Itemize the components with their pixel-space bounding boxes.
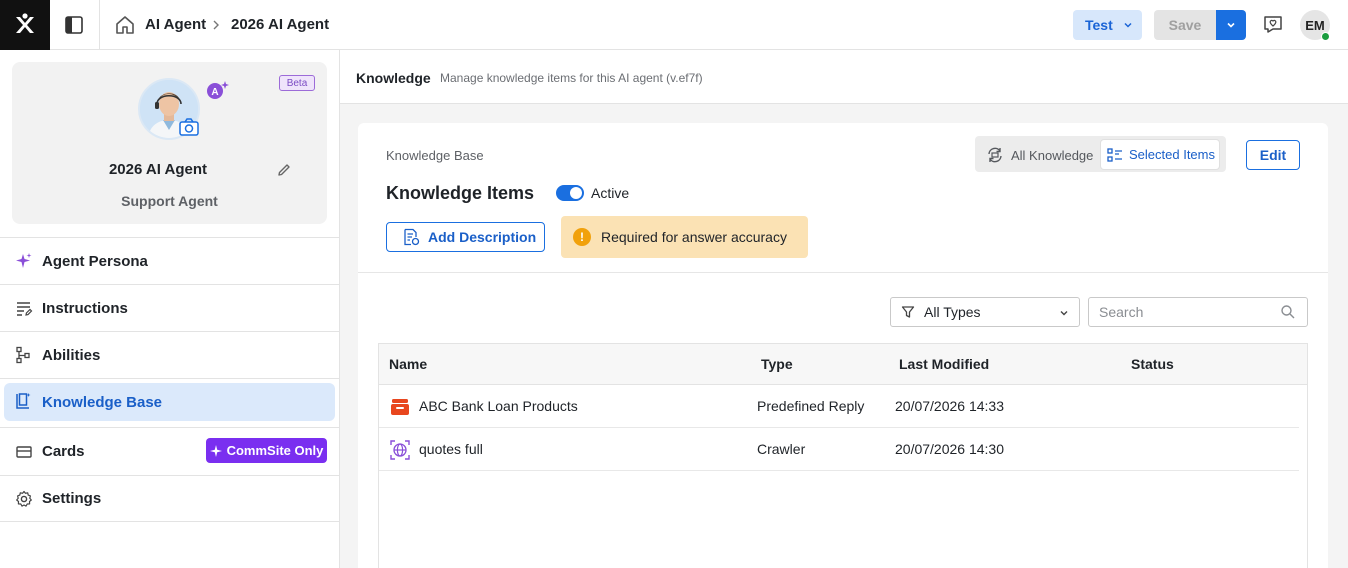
add-description-label: Add Description (428, 229, 537, 245)
column-header-type[interactable]: Type (761, 356, 793, 372)
topbar-divider (99, 0, 100, 50)
active-label: Active (591, 185, 630, 201)
column-header-last-modified[interactable]: Last Modified (899, 356, 989, 372)
commsite-only-badge: CommSite Only (206, 438, 327, 463)
sync-icon (988, 147, 1002, 163)
ai-sparkle-badge-icon: A (206, 80, 230, 100)
all-knowledge-tab[interactable]: All Knowledge (985, 144, 1093, 166)
chevron-down-icon (1124, 22, 1132, 28)
add-description-button[interactable]: Add Description (386, 222, 545, 252)
sidebar-item-label: Instructions (42, 299, 128, 317)
active-toggle[interactable] (556, 185, 584, 201)
sidebar-item-label: Abilities (42, 346, 101, 364)
tree-icon (14, 345, 34, 365)
sidebar-item-knowledge-base[interactable]: Knowledge Base (4, 383, 335, 421)
type-filter-select[interactable]: All Types (890, 297, 1080, 327)
test-button-label: Test (1085, 17, 1113, 33)
selected-items-label: Selected Items (1129, 147, 1215, 162)
row-last-modified: 20/07/2026 14:30 (895, 441, 1004, 457)
camera-icon[interactable] (178, 117, 200, 137)
column-header-name[interactable]: Name (389, 356, 427, 372)
accuracy-warning: ! Required for answer accuracy (561, 216, 808, 258)
page-subtitle: Manage knowledge items for this AI agent… (440, 71, 703, 85)
column-header-status[interactable]: Status (1131, 356, 1174, 372)
chevron-down-icon (1227, 22, 1235, 28)
sidebar-item-label: Knowledge Base (42, 393, 163, 411)
breadcrumb-ai-agent[interactable]: AI Agent (145, 16, 206, 33)
commsite-label: CommSite Only (226, 443, 324, 458)
page-title: Knowledge (356, 70, 431, 86)
cards-icon (14, 442, 34, 462)
chevron-right-icon (211, 16, 221, 34)
document-edit-icon (404, 228, 420, 246)
beta-badge: Beta (279, 75, 315, 91)
row-name: ABC Bank Loan Products (419, 398, 578, 414)
sidebar-item-label: Settings (42, 490, 102, 507)
checklist-icon (1107, 147, 1122, 162)
row-type: Predefined Reply (757, 398, 865, 414)
knowledge-icon (14, 392, 34, 412)
row-last-modified: 20/07/2026 14:33 (895, 398, 1004, 414)
crawler-globe-icon (389, 439, 411, 461)
knowledge-items-title: Knowledge Items (386, 183, 535, 203)
list-edit-icon (14, 298, 34, 318)
agent-name: 2026 AI Agent (108, 161, 208, 178)
chevron-down-icon (1060, 311, 1068, 316)
logo-icon (16, 13, 34, 33)
sidebar-item-settings[interactable]: Settings (0, 475, 339, 522)
search-input[interactable] (1099, 303, 1269, 321)
save-options-dropdown[interactable] (1216, 10, 1246, 40)
warning-text: Required for answer accuracy (601, 229, 787, 245)
warning-icon: ! (573, 228, 591, 246)
row-name: quotes full (419, 441, 483, 457)
online-status-dot (1321, 32, 1330, 41)
search-field (1088, 297, 1308, 327)
selected-items-tab[interactable]: Selected Items (1101, 140, 1219, 169)
save-button[interactable]: Save (1154, 10, 1216, 40)
sidebar-item-label: Agent Persona (42, 252, 148, 270)
filter-icon (901, 306, 915, 318)
type-filter-value: All Types (924, 304, 981, 320)
table-row[interactable] (379, 428, 1299, 471)
edit-button[interactable]: Edit (1246, 140, 1300, 170)
sparkle-icon (209, 444, 222, 457)
sidebar-item-agent-persona[interactable]: Agent Persona (0, 237, 339, 284)
all-knowledge-label: All Knowledge (1011, 147, 1094, 163)
row-type: Crawler (757, 441, 806, 457)
sidebar-item-abilities[interactable]: Abilities (0, 331, 339, 378)
home-icon[interactable] (114, 14, 136, 36)
gear-icon (14, 489, 34, 509)
breadcrumb-current-agent: 2026 AI Agent (231, 16, 330, 33)
test-button[interactable]: Test (1073, 10, 1142, 40)
search-icon[interactable] (1280, 304, 1296, 320)
app-logo[interactable] (0, 0, 50, 50)
sidebar-item-label: Cards (42, 443, 85, 460)
section-label: Knowledge Base (386, 148, 484, 163)
predefined-reply-icon (389, 396, 411, 416)
sparkle-icon (14, 251, 34, 271)
agent-role: Support Agent (121, 193, 218, 209)
sidebar-item-instructions[interactable]: Instructions (0, 284, 339, 331)
sidebar-toggle-icon[interactable] (62, 13, 86, 37)
pencil-icon[interactable] (276, 162, 292, 178)
svg-text:A: A (211, 87, 218, 98)
feedback-icon[interactable] (1262, 13, 1284, 35)
